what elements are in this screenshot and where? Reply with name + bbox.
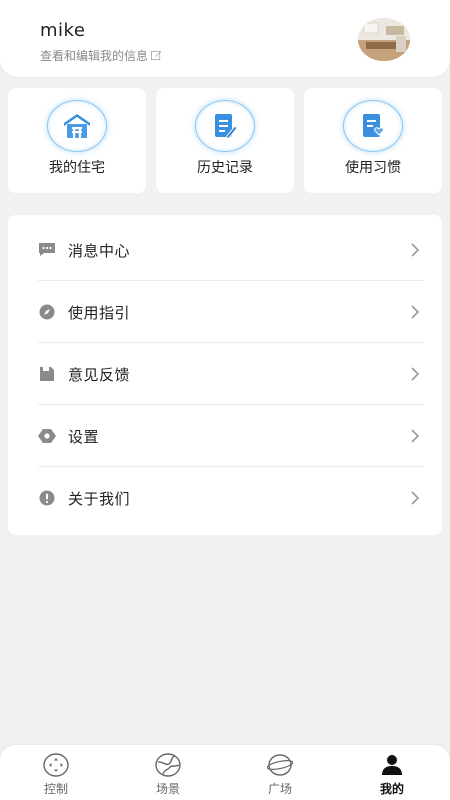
scene-icon <box>155 753 181 777</box>
tab-label: 场景 <box>155 782 180 796</box>
menu-item-label: 关于我们 <box>68 489 131 508</box>
avatar-image <box>358 18 410 61</box>
compass-icon <box>38 303 56 321</box>
menu-item-about-us[interactable]: 关于我们 <box>38 467 424 529</box>
menu-item-label: 设置 <box>68 427 100 446</box>
tab-control[interactable]: 控制 <box>0 745 112 800</box>
chevron-right-icon <box>411 305 420 319</box>
settings-icon <box>38 427 56 445</box>
history-document-icon <box>195 100 255 152</box>
chevron-right-icon <box>411 243 420 257</box>
edit-icon <box>151 50 162 61</box>
tile-label: 使用习惯 <box>345 160 401 176</box>
tile-usage-habits[interactable]: 使用习惯 <box>304 88 442 193</box>
control-icon <box>43 753 69 777</box>
profile-header[interactable]: mike 查看和编辑我的信息 <box>0 0 450 77</box>
edit-profile-text: 查看和编辑我的信息 <box>40 49 149 63</box>
habit-document-icon <box>343 100 403 152</box>
plaza-icon <box>267 753 293 777</box>
tab-label: 广场 <box>267 782 292 796</box>
feedback-icon <box>38 365 56 383</box>
chevron-right-icon <box>411 491 420 505</box>
menu-item-user-guide[interactable]: 使用指引 <box>38 281 424 343</box>
tile-my-home[interactable]: 我的住宅 <box>8 88 146 193</box>
menu-item-message-center[interactable]: 消息中心 <box>38 219 424 281</box>
edit-profile-link[interactable]: 查看和编辑我的信息 <box>40 47 162 64</box>
house-icon <box>47 100 107 152</box>
tile-label: 我的住宅 <box>49 160 105 176</box>
tile-label: 历史记录 <box>197 160 253 176</box>
chevron-right-icon <box>411 429 420 443</box>
profile-icon <box>379 753 405 777</box>
tab-plaza[interactable]: 广场 <box>224 745 336 800</box>
menu-item-label: 使用指引 <box>68 303 131 322</box>
avatar[interactable] <box>358 18 410 61</box>
menu-item-label: 意见反馈 <box>68 365 131 384</box>
bottom-tab-bar: 控制 场景 广场 我的 <box>0 745 450 800</box>
menu-item-label: 消息中心 <box>68 241 131 260</box>
menu-card: 消息中心 使用指引 意见反馈 设置 关于我们 <box>8 215 442 535</box>
username: mike <box>40 20 86 41</box>
menu-item-settings[interactable]: 设置 <box>38 405 424 467</box>
tile-history[interactable]: 历史记录 <box>156 88 294 193</box>
chevron-right-icon <box>411 367 420 381</box>
tab-label: 我的 <box>379 782 404 796</box>
tab-mine[interactable]: 我的 <box>336 745 448 800</box>
info-icon <box>38 489 56 507</box>
tab-scene[interactable]: 场景 <box>112 745 224 800</box>
menu-item-feedback[interactable]: 意见反馈 <box>38 343 424 405</box>
tab-label: 控制 <box>43 782 68 796</box>
message-icon <box>38 241 56 259</box>
